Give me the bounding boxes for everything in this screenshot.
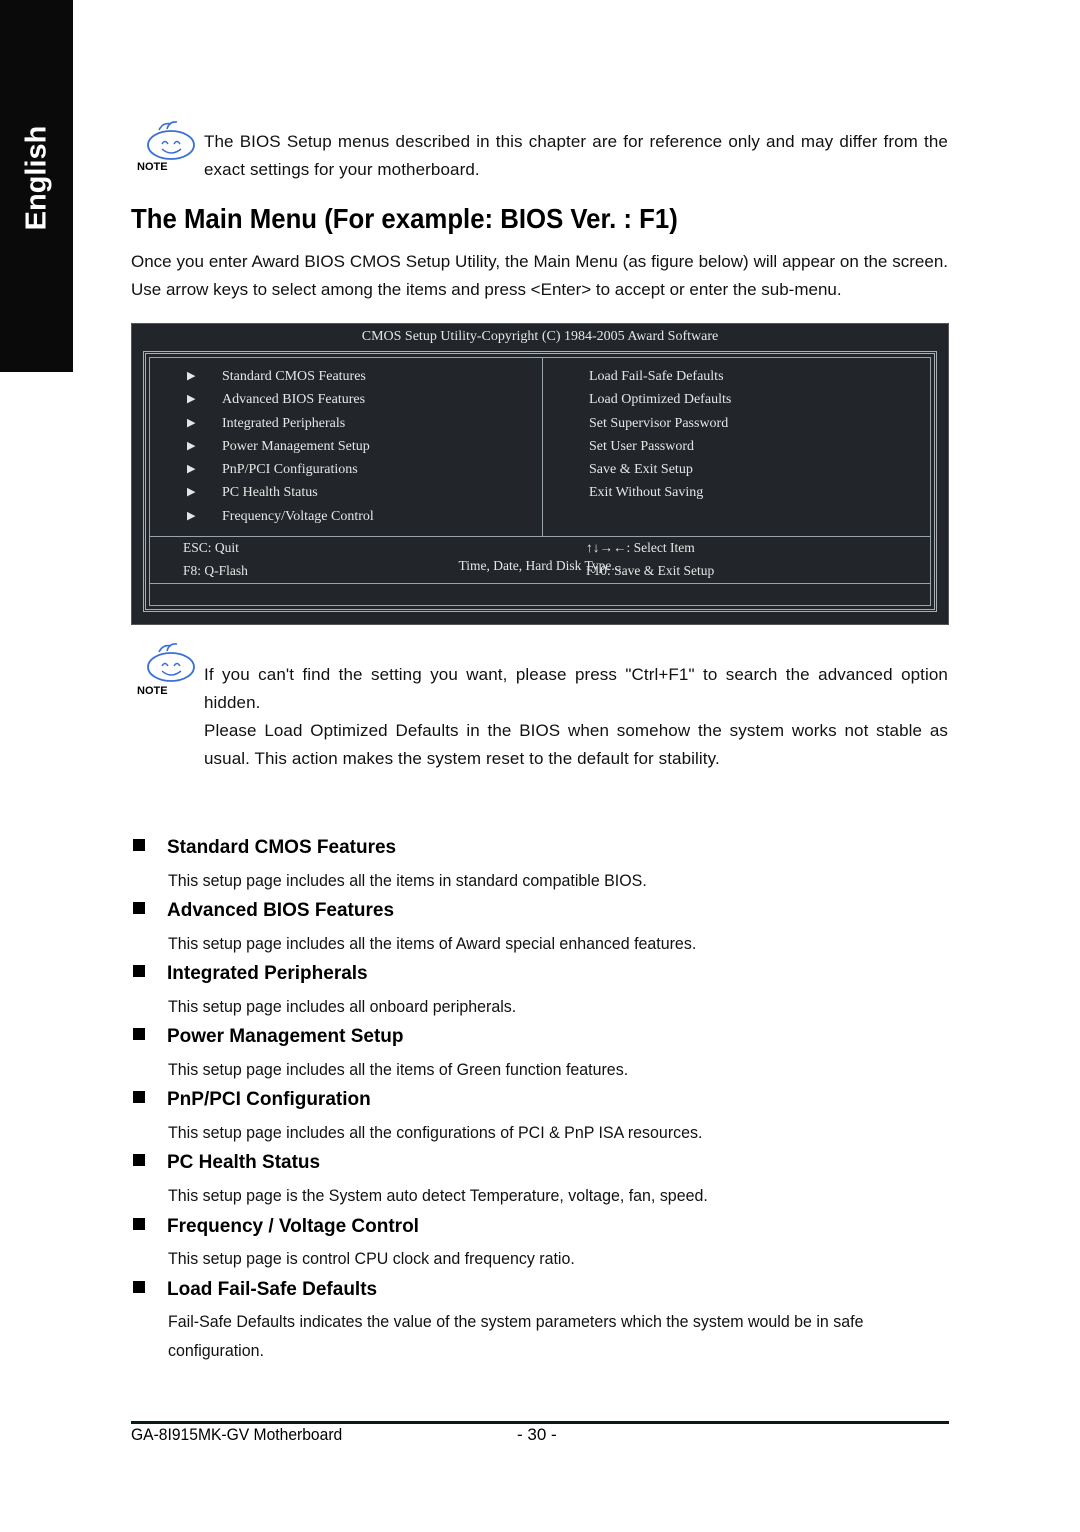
section-body: This setup page is the System auto detec…	[168, 1186, 708, 1205]
section-heading: Integrated Peripherals	[133, 963, 368, 985]
section-heading: Standard CMOS Features	[133, 837, 396, 859]
square-bullet-icon	[133, 902, 145, 914]
square-bullet-icon	[133, 1281, 145, 1293]
triangle-right-icon: ▶	[187, 440, 196, 452]
note-text: The BIOS Setup menus described in this c…	[204, 132, 948, 179]
bios-menu-item[interactable]: Load Optimized Defaults	[589, 392, 731, 408]
section-heading: Load Fail-Safe Defaults	[133, 1279, 377, 1301]
footer-rule	[131, 1421, 949, 1424]
note-badge: NOTE	[137, 161, 168, 173]
section-heading: PnP/PCI Configuration	[133, 1089, 371, 1111]
note-text-secondary: Please Load Optimized Defaults in the BI…	[204, 721, 948, 768]
intro-paragraph: Once you enter Award BIOS CMOS Setup Uti…	[131, 252, 948, 299]
section-heading: Advanced BIOS Features	[133, 900, 394, 922]
section-body: This setup page includes all the items o…	[168, 1060, 629, 1079]
section-body: This setup page is control CPU clock and…	[168, 1249, 575, 1268]
square-bullet-icon	[133, 1218, 145, 1230]
bios-menu-item[interactable]: Save & Exit Setup	[589, 462, 693, 478]
page-number: - 30 -	[517, 1425, 557, 1444]
square-bullet-icon	[133, 965, 145, 977]
bios-menu-item[interactable]: Set User Password	[589, 439, 694, 455]
section-heading: Frequency / Voltage Control	[133, 1216, 419, 1238]
section-body: This setup page includes all the items i…	[168, 871, 647, 890]
section-heading: Power Management Setup	[133, 1026, 404, 1048]
triangle-right-icon: ▶	[187, 486, 196, 498]
select-item-hint: ↑↓→←: Select Item	[586, 540, 695, 555]
section-body: This setup page includes all the configu…	[168, 1123, 703, 1142]
triangle-right-icon: ▶	[187, 417, 196, 429]
triangle-right-icon: ▶	[187, 510, 196, 522]
bios-menu-item[interactable]: Exit Without Saving	[589, 485, 703, 501]
section-body: Fail-Safe Defaults indicates the value o…	[168, 1312, 864, 1360]
triangle-right-icon: ▶	[187, 393, 196, 405]
triangle-right-icon: ▶	[187, 370, 196, 382]
bios-menu-item[interactable]: Set Supervisor Password	[589, 416, 728, 432]
note-text: If you can't find the setting you want, …	[204, 665, 948, 712]
footer-model: GA-8I915MK-GV Motherboard	[131, 1425, 343, 1444]
bios-main-menu-screenshot: CMOS Setup Utility-Copyright (C) 1984-20…	[131, 323, 949, 625]
page-title: The Main Menu (For example: BIOS Ver. : …	[131, 203, 678, 234]
square-bullet-icon	[133, 839, 145, 851]
note-smiley-icon: NOTE	[137, 120, 203, 176]
bios-title: CMOS Setup Utility-Copyright (C) 1984-20…	[361, 329, 719, 344]
section-heading: PC Health Status	[133, 1152, 320, 1174]
square-bullet-icon	[133, 1028, 145, 1040]
bios-item-help: Time, Date, Hard Disk Type...	[458, 558, 622, 573]
note-badge: NOTE	[137, 685, 168, 697]
language-tab: English	[0, 0, 73, 372]
section-body: This setup page includes all onboard per…	[168, 997, 517, 1016]
bios-left-menu: ▶ Standard CMOS Features ▶ Advanced BIOS F…	[150, 358, 543, 536]
note-smiley-icon: NOTE	[137, 642, 203, 698]
bios-right-menu: Load Fail-Safe Defaults Load Optimized D…	[543, 358, 930, 536]
esc-quit-hint: ESC: Quit	[183, 540, 239, 555]
section-body: This setup page includes all the items o…	[168, 934, 697, 953]
bios-menu-item[interactable]: Load Fail-Safe Defaults	[589, 369, 724, 385]
triangle-right-icon: ▶	[187, 463, 196, 475]
square-bullet-icon	[133, 1154, 145, 1166]
square-bullet-icon	[133, 1091, 145, 1103]
language-tab-label: English	[20, 125, 52, 231]
